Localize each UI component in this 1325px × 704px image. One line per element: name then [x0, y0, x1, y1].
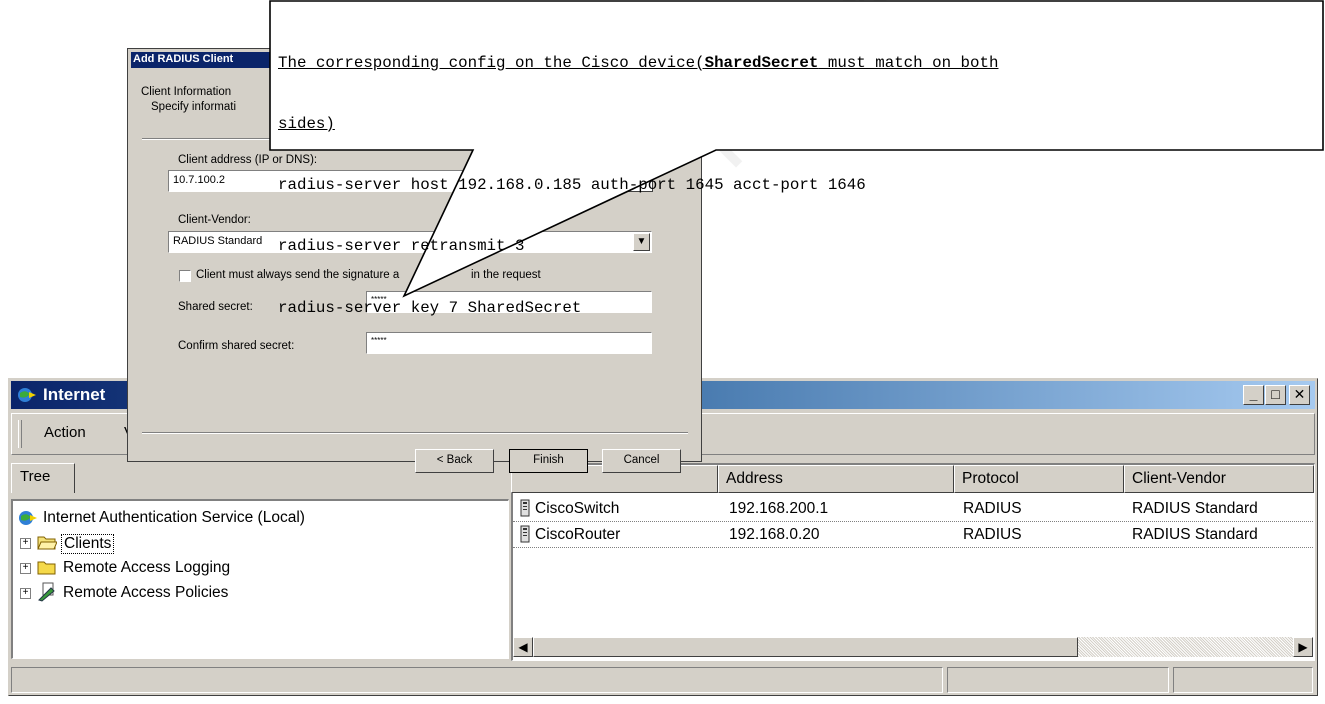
- callout-line: sides): [278, 115, 335, 134]
- callout-line: The corresponding config on the Cisco de…: [278, 53, 999, 72]
- callout-text: The corresponding config on the Cisco de…: [278, 12, 1318, 339]
- callout-line: radius-server key 7 SharedSecret: [278, 298, 582, 317]
- callout-line: radius-server host 192.168.0.185 auth-po…: [278, 176, 866, 195]
- callout-line: radius-server retransmit 3: [278, 237, 525, 256]
